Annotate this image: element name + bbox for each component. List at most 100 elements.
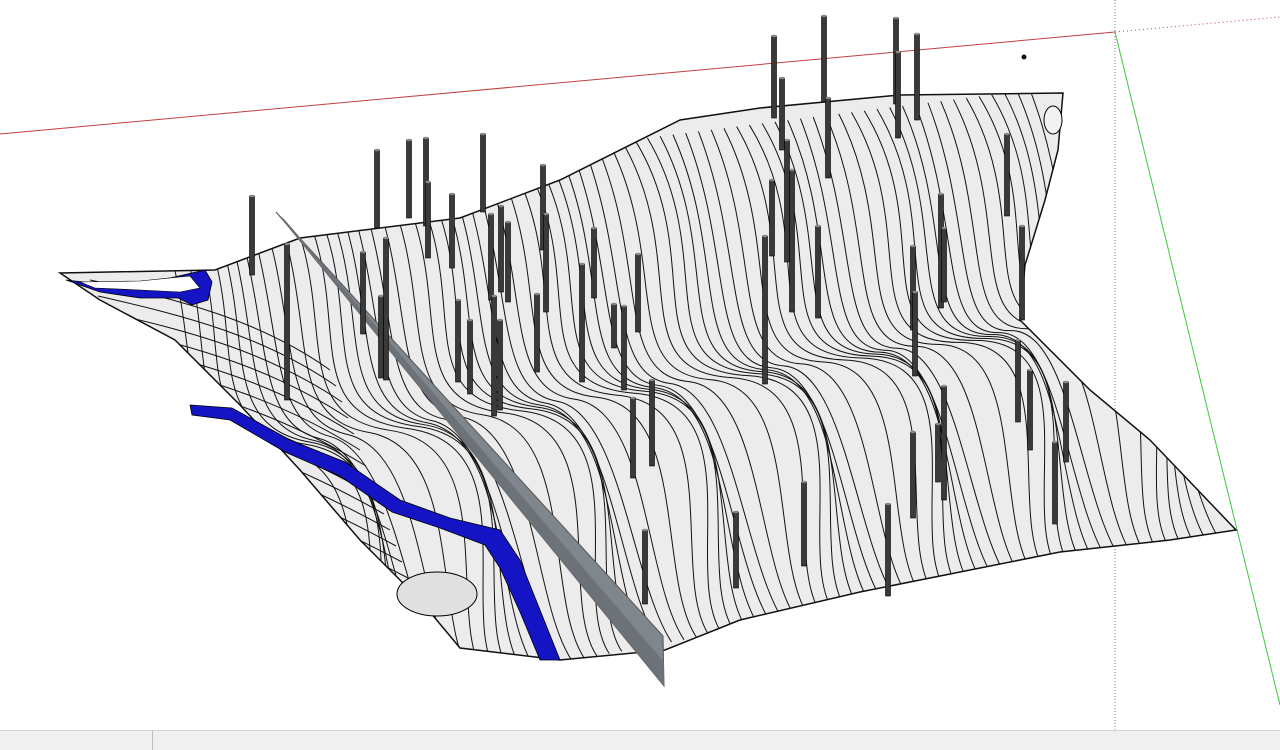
survey-post[interactable] — [505, 221, 511, 303]
status-bar-message — [153, 731, 1280, 750]
survey-post-cap — [630, 396, 636, 400]
survey-post[interactable] — [649, 379, 655, 467]
pond-ne[interactable] — [1043, 105, 1063, 135]
survey-post[interactable] — [534, 293, 540, 373]
survey-post[interactable] — [378, 295, 384, 379]
survey-post[interactable] — [779, 77, 785, 151]
survey-post-cap — [912, 290, 918, 294]
survey-post[interactable] — [498, 205, 504, 293]
survey-post-cap — [1027, 368, 1033, 372]
survey-post[interactable] — [910, 431, 916, 519]
survey-post[interactable] — [1027, 369, 1033, 451]
survey-post-cap — [801, 480, 807, 484]
survey-post[interactable] — [941, 385, 947, 501]
survey-post[interactable] — [821, 15, 827, 103]
contour-line — [257, 615, 457, 660]
survey-post[interactable] — [914, 33, 920, 121]
survey-post-cap — [488, 212, 494, 216]
survey-post-cap — [534, 292, 540, 296]
green-axis — [1114, 31, 1280, 706]
survey-post-cap — [425, 180, 431, 184]
survey-post-cap — [885, 502, 891, 506]
survey-post-cap — [815, 224, 821, 228]
survey-post-cap — [1052, 440, 1058, 444]
survey-post[interactable] — [374, 149, 380, 229]
survey-post-cap — [455, 298, 461, 302]
survey-post[interactable] — [579, 263, 585, 383]
survey-post-cap — [649, 378, 655, 382]
survey-post[interactable] — [815, 225, 821, 319]
survey-post[interactable] — [941, 227, 947, 303]
survey-post-cap — [449, 192, 455, 196]
scene-canvas[interactable] — [0, 0, 1280, 730]
survey-post[interactable] — [425, 181, 431, 259]
survey-post[interactable] — [912, 291, 918, 377]
survey-post[interactable] — [642, 529, 648, 605]
survey-post-cap — [914, 32, 920, 36]
survey-post[interactable] — [621, 305, 627, 391]
survey-post-cap — [423, 136, 429, 140]
survey-post-cap — [733, 510, 739, 514]
survey-post[interactable] — [383, 237, 389, 381]
survey-post-cap — [893, 16, 899, 20]
survey-post-cap — [1019, 224, 1025, 228]
survey-post-cap — [540, 163, 546, 167]
survey-post[interactable] — [789, 169, 795, 313]
survey-post[interactable] — [762, 235, 768, 385]
survey-post[interactable] — [480, 133, 486, 213]
survey-post[interactable] — [591, 227, 597, 299]
survey-post[interactable] — [497, 319, 503, 411]
survey-post-cap — [543, 212, 549, 216]
survey-post-cap — [938, 192, 944, 196]
survey-post[interactable] — [885, 503, 891, 597]
survey-post-cap — [769, 178, 775, 182]
survey-post[interactable] — [467, 319, 473, 395]
survey-post[interactable] — [935, 423, 941, 483]
survey-post-cap — [825, 96, 831, 100]
survey-post[interactable] — [769, 179, 775, 257]
survey-post[interactable] — [630, 397, 636, 479]
survey-post[interactable] — [249, 195, 255, 276]
survey-post-cap — [771, 34, 777, 38]
survey-post-cap — [635, 252, 641, 256]
survey-post-cap — [497, 318, 503, 322]
survey-post[interactable] — [360, 251, 366, 335]
survey-post-cap — [378, 294, 384, 298]
red-axis-dotted — [1114, 16, 1280, 33]
survey-post[interactable] — [771, 35, 777, 119]
survey-post[interactable] — [895, 51, 901, 139]
survey-post[interactable] — [801, 481, 807, 567]
survey-post[interactable] — [284, 243, 290, 401]
survey-post[interactable] — [611, 303, 617, 349]
survey-post[interactable] — [635, 253, 641, 333]
modeling-viewport[interactable] — [0, 0, 1280, 730]
survey-post-cap — [642, 528, 648, 532]
survey-post[interactable] — [1015, 339, 1021, 423]
survey-post[interactable] — [733, 511, 739, 589]
survey-post-cap — [621, 304, 627, 308]
pond[interactable] — [396, 571, 478, 617]
status-bar — [0, 730, 1280, 750]
status-bar-left-panel — [0, 731, 153, 750]
survey-post[interactable] — [825, 97, 831, 179]
survey-post[interactable] — [406, 139, 412, 219]
survey-post-cap — [941, 226, 947, 230]
survey-post[interactable] — [491, 295, 497, 417]
survey-post-cap — [611, 302, 617, 306]
survey-post-cap — [480, 132, 486, 136]
survey-post-cap — [505, 220, 511, 224]
survey-post[interactable] — [1052, 441, 1058, 525]
survey-post-cap — [467, 318, 473, 322]
survey-post-cap — [935, 422, 941, 426]
survey-post[interactable] — [455, 299, 461, 383]
survey-post[interactable] — [784, 139, 790, 263]
survey-post[interactable] — [1004, 133, 1010, 217]
survey-post-cap — [941, 384, 947, 388]
survey-post-cap — [895, 50, 901, 54]
survey-post[interactable] — [488, 213, 494, 301]
survey-post-cap — [591, 226, 597, 230]
survey-post[interactable] — [1019, 225, 1025, 321]
survey-post[interactable] — [543, 213, 549, 313]
survey-post[interactable] — [449, 193, 455, 269]
survey-post[interactable] — [1063, 381, 1069, 463]
